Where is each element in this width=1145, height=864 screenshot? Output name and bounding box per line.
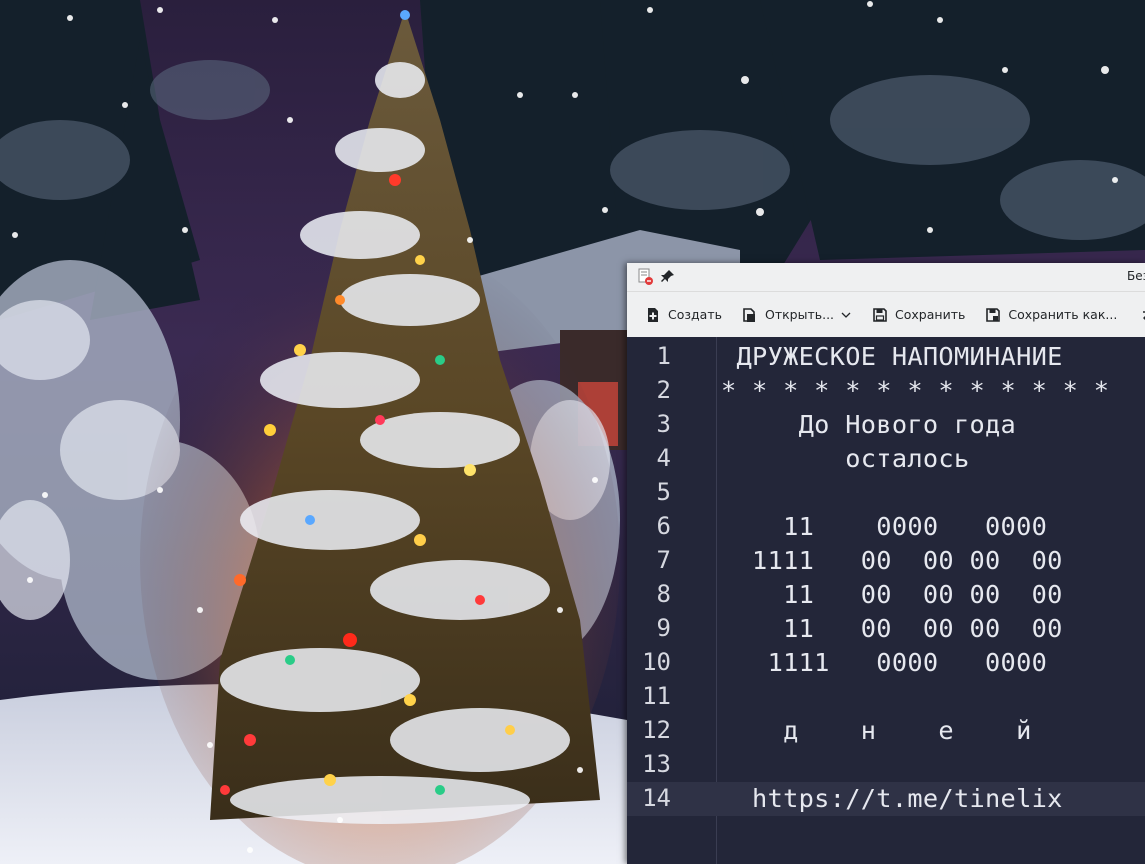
line-text[interactable]: До Нового года xyxy=(721,410,1016,439)
line-number: 10 xyxy=(642,648,671,676)
line-number: 2 xyxy=(656,376,671,404)
line-number: 14 xyxy=(642,784,671,812)
editor-line[interactable]: 1 ДРУЖЕСКОЕ НАПОМИНАНИЕ xyxy=(627,340,1145,374)
editor-line[interactable]: 8 11 00 00 00 00 xyxy=(627,578,1145,612)
save-as-button-label: Сохранить как... xyxy=(1008,307,1118,322)
window-title: Без xyxy=(1127,269,1145,283)
line-number: 13 xyxy=(642,750,671,778)
text-editor-window: Без Создать Открыть... xyxy=(627,263,1145,864)
editor-line[interactable]: 2 * * * * * * * * * * * * * xyxy=(627,374,1145,408)
line-text[interactable]: 1111 0000 0000 xyxy=(721,648,1047,677)
save-button[interactable]: Сохранить xyxy=(866,300,971,330)
editor-line[interactable]: 4 осталось xyxy=(627,442,1145,476)
line-number: 11 xyxy=(642,682,671,710)
open-document-icon xyxy=(743,307,755,322)
new-document-icon xyxy=(648,307,658,322)
line-number: 9 xyxy=(656,614,671,642)
line-text[interactable]: д н е й xyxy=(721,716,1032,745)
editor-line[interactable]: 12 д н е й xyxy=(627,714,1145,748)
save-as-button[interactable]: Сохранить как... xyxy=(979,300,1123,330)
line-number: 6 xyxy=(656,512,671,540)
line-number: 4 xyxy=(656,444,671,472)
line-number: 12 xyxy=(642,716,671,744)
save-button-label: Сохранить xyxy=(895,307,966,322)
editor-line[interactable]: 9 11 00 00 00 00 xyxy=(627,612,1145,646)
new-button-label: Создать xyxy=(668,307,722,322)
title-bar[interactable]: Без xyxy=(627,263,1145,292)
chevron-down-icon[interactable] xyxy=(840,309,852,321)
notepad-app-icon[interactable] xyxy=(637,268,655,286)
open-button[interactable]: Открыть... xyxy=(736,300,858,330)
open-button-label: Открыть... xyxy=(764,307,835,322)
editor-line[interactable]: 13 xyxy=(627,748,1145,782)
editor-line[interactable]: 3 До Нового года xyxy=(627,408,1145,442)
editor-line[interactable]: 5 xyxy=(627,476,1145,510)
line-number: 8 xyxy=(656,580,671,608)
line-number: 3 xyxy=(656,410,671,438)
editor-line[interactable]: 6 11 0000 0000 xyxy=(627,510,1145,544)
line-text[interactable]: 1111 00 00 00 00 xyxy=(721,546,1063,575)
pin-icon[interactable] xyxy=(659,268,677,286)
editor-line[interactable]: 7 1111 00 00 00 00 xyxy=(627,544,1145,578)
toolbar: Создать Открыть... Сохранить Сохранить к… xyxy=(627,292,1145,338)
line-text[interactable]: 11 00 00 00 00 xyxy=(721,614,1063,643)
more-button[interactable] xyxy=(1131,300,1145,330)
line-text[interactable]: 11 00 00 00 00 xyxy=(721,580,1063,609)
line-number: 7 xyxy=(656,546,671,574)
editor-line[interactable]: 11 xyxy=(627,680,1145,714)
save-icon xyxy=(873,307,887,322)
line-text[interactable]: https://t.me/tinelix xyxy=(721,784,1063,813)
line-number: 1 xyxy=(656,342,671,370)
text-area[interactable]: 1 ДРУЖЕСКОЕ НАПОМИНАНИЕ 2 * * * * * * * * … xyxy=(627,337,1145,864)
editor-line[interactable]: 14 https://t.me/tinelix xyxy=(627,782,1145,816)
swap-icon xyxy=(1143,310,1145,320)
line-text[interactable]: 11 0000 0000 xyxy=(721,512,1047,541)
editor-line[interactable]: 10 1111 0000 0000 xyxy=(627,646,1145,680)
line-text[interactable]: * * * * * * * * * * * * * xyxy=(721,376,1109,405)
save-as-icon xyxy=(986,307,1001,322)
line-text[interactable]: осталось xyxy=(721,444,969,473)
line-text[interactable]: ДРУЖЕСКОЕ НАПОМИНАНИЕ xyxy=(721,342,1063,371)
line-number: 5 xyxy=(656,478,671,506)
new-button[interactable]: Создать xyxy=(639,300,728,330)
